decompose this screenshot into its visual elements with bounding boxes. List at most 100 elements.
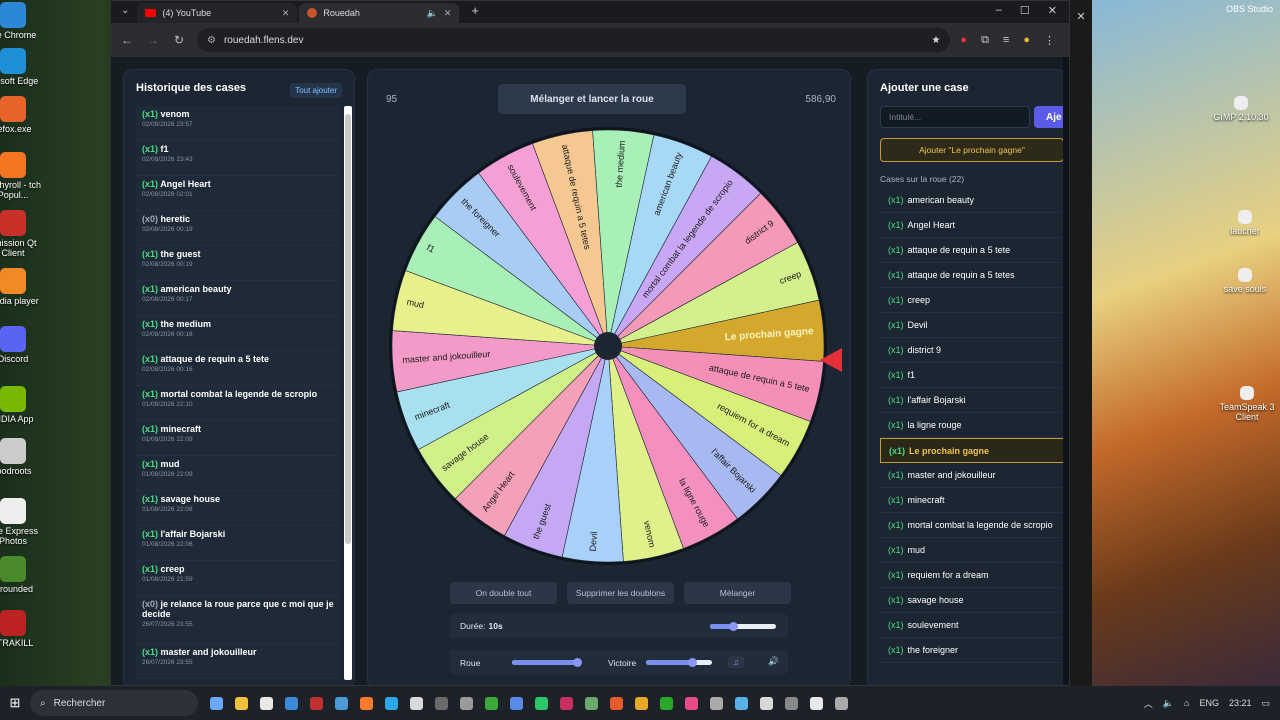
case-item[interactable]: (x1) creep — [880, 288, 1064, 313]
history-scrollbar[interactable] — [344, 106, 352, 680]
scrollbar-thumb[interactable] — [345, 114, 351, 544]
history-item[interactable]: (x1) venom 02/08/2026 23:57 — [136, 106, 340, 141]
desktop-icon[interactable]: media player — [0, 268, 48, 306]
double-all-button[interactable]: On double tout — [450, 582, 557, 604]
desktop-icon[interactable]: obe Express Photos — [0, 498, 48, 546]
wheel[interactable]: Le prochain gagne attaque de requin a 5 t… — [388, 126, 828, 566]
history-item[interactable]: (x1) savage house 01/08/2026 22:08 — [136, 491, 340, 526]
desktop-icon[interactable]: TeamSpeak 3 Client — [1212, 386, 1280, 422]
desktop-icon[interactable]: refox.exe — [0, 96, 48, 134]
obs-label[interactable]: OBS Studio — [1226, 4, 1273, 14]
desktop-icon[interactable]: save souls — [1210, 268, 1280, 294]
close-tab-icon[interactable]: ✕ — [444, 8, 452, 19]
taskbar-app-icon[interactable] — [785, 696, 798, 710]
clock[interactable]: 23:21 — [1229, 698, 1252, 708]
roue-volume-slider[interactable] — [512, 658, 582, 667]
maximize-icon[interactable]: ☐ — [1020, 4, 1030, 17]
desktop-icon[interactable]: laucher — [1210, 210, 1280, 236]
taskbar-app-icon[interactable] — [385, 696, 398, 710]
taskbar-app-icon[interactable] — [535, 696, 548, 710]
desktop-icon[interactable]: Discord — [0, 326, 48, 364]
language-label[interactable]: ENG — [1199, 698, 1219, 708]
desktop-icon[interactable]: gle Chrome — [0, 2, 48, 40]
taskbar-app-icon[interactable] — [335, 696, 348, 710]
avatar[interactable]: ● — [1023, 34, 1030, 47]
extension-icon[interactable]: ● — [960, 34, 967, 47]
network-icon[interactable]: ⌂ — [1184, 698, 1189, 708]
music-icon[interactable]: ♫ — [728, 656, 745, 668]
case-item[interactable]: (x1) minecraft — [880, 488, 1064, 513]
desktop-icon[interactable]: smission Qt Client — [0, 210, 48, 258]
taskbar-app-icon[interactable] — [510, 696, 523, 710]
case-item[interactable]: (x1) soulevement — [880, 613, 1064, 638]
taskbar-app-icon[interactable] — [810, 696, 823, 710]
shuffle-button[interactable]: Mélanger — [684, 582, 791, 604]
history-item[interactable]: (x0) heretic 02/08/2026 00:19 — [136, 211, 340, 246]
taskbar-app-icon[interactable] — [410, 696, 423, 710]
case-item[interactable]: (x1) district 9 — [880, 338, 1064, 363]
taskbar-app-icon[interactable] — [635, 696, 648, 710]
close-tab-icon[interactable]: ✕ — [282, 8, 290, 19]
case-item[interactable]: (x1) f1 — [880, 363, 1064, 388]
case-name-input[interactable]: Intitulé... — [880, 106, 1030, 128]
desktop-icon[interactable]: loodroots — [0, 438, 48, 476]
case-item[interactable]: (x1) Angel Heart — [880, 213, 1064, 238]
slider-knob[interactable] — [688, 658, 698, 667]
reload-icon[interactable]: ↻ — [171, 33, 187, 47]
desktop-icon[interactable]: crosoft Edge — [0, 48, 48, 86]
history-item[interactable]: (x1) mortal combat la legende de scropio… — [136, 386, 340, 421]
taskbar-app-icon[interactable] — [285, 696, 298, 710]
wheel-svg[interactable]: Le prochain gagneattaque de requin a 5 t… — [388, 126, 828, 566]
slider-knob[interactable] — [729, 622, 739, 631]
duration-slider[interactable] — [710, 622, 776, 631]
case-item[interactable]: (x1) master and jokouilleur — [880, 463, 1064, 488]
history-item[interactable]: (x0) je relance la roue parce que c moi … — [136, 596, 340, 644]
start-icon[interactable]: ⊞ — [0, 695, 30, 711]
slider-knob[interactable] — [572, 658, 582, 667]
history-item[interactable]: (x1) minecraft 01/08/2026 22:09 — [136, 421, 340, 456]
history-item[interactable]: (x1) Angel Heart 02/08/2026 02:01 — [136, 176, 340, 211]
taskbar-app-icon[interactable] — [760, 696, 773, 710]
history-item[interactable]: (x1) the medium 02/08/2026 00:16 — [136, 316, 340, 351]
case-item[interactable]: (x1) attaque de requin a 5 tete — [880, 238, 1064, 263]
taskbar-app-icon[interactable] — [685, 696, 698, 710]
taskbar-app-icon[interactable] — [235, 696, 248, 710]
tab-rouedah[interactable]: Rouedah 🔈 ✕ — [299, 3, 460, 23]
history-item[interactable]: (x1) attaque de requin a 5 tete 02/08/202… — [136, 351, 340, 386]
url-bar[interactable]: ⚙ rouedah.flens.dev ★ — [197, 28, 951, 52]
taskbar-app-icon[interactable] — [660, 696, 673, 710]
taskbar-app-icon[interactable] — [585, 696, 598, 710]
case-item[interactable]: (x1) the foreigner — [880, 638, 1064, 663]
case-item[interactable]: (x1) american beauty — [880, 188, 1064, 213]
case-item[interactable]: (x1) savage house — [880, 588, 1064, 613]
remove-duplicates-button[interactable]: Supprimer les doublons — [567, 582, 674, 604]
case-item[interactable]: (x1) requiem for a dream — [880, 563, 1064, 588]
speaker-icon[interactable]: 🔊 — [768, 656, 779, 667]
desktop-icon[interactable]: VIDIA App — [0, 386, 48, 424]
close-icon[interactable]: ✕ — [1070, 10, 1092, 23]
history-item[interactable]: (x1) master and jokouilleur 26/07/2026 23… — [136, 644, 340, 679]
taskbar-app-icon[interactable] — [360, 696, 373, 710]
case-item[interactable]: (x1) Le prochain gagne — [880, 438, 1064, 463]
taskbar-app-icon[interactable] — [435, 696, 448, 710]
taskbar-app-icon[interactable] — [460, 696, 473, 710]
case-item[interactable]: (x1) l'affair Bojarski — [880, 388, 1064, 413]
tab-youtube[interactable]: (4) YouTube ✕ — [137, 3, 298, 23]
history-item[interactable]: (x1) the guest 02/08/2026 00:19 — [136, 246, 340, 281]
taskbar-app-icon[interactable] — [210, 696, 223, 710]
desktop-icon[interactable]: unchyroll - tch Popul... — [0, 152, 48, 200]
case-item[interactable]: (x1) attaque de requin a 5 tetes — [880, 263, 1064, 288]
volume-icon[interactable]: 🔈 — [1163, 698, 1174, 709]
taskbar-app-icon[interactable] — [710, 696, 723, 710]
desktop-icon[interactable]: LTRAKILL — [0, 610, 48, 648]
desktop-icon[interactable]: GIMP 2.10.30 — [1206, 96, 1276, 122]
taskbar-app-icon[interactable] — [310, 696, 323, 710]
forward-icon[interactable]: → — [145, 33, 161, 47]
tout-ajouter-button[interactable]: Tout ajouter — [290, 83, 342, 98]
menu-icon[interactable]: ⋮ — [1044, 34, 1055, 47]
close-window-icon[interactable]: ✕ — [1048, 4, 1057, 17]
history-item[interactable]: (x1) mud 01/08/2026 22:09 — [136, 456, 340, 491]
new-tab-icon[interactable]: + — [461, 3, 489, 21]
taskbar-app-icon[interactable] — [260, 696, 273, 710]
notification-icon[interactable]: ▭ — [1261, 698, 1270, 709]
